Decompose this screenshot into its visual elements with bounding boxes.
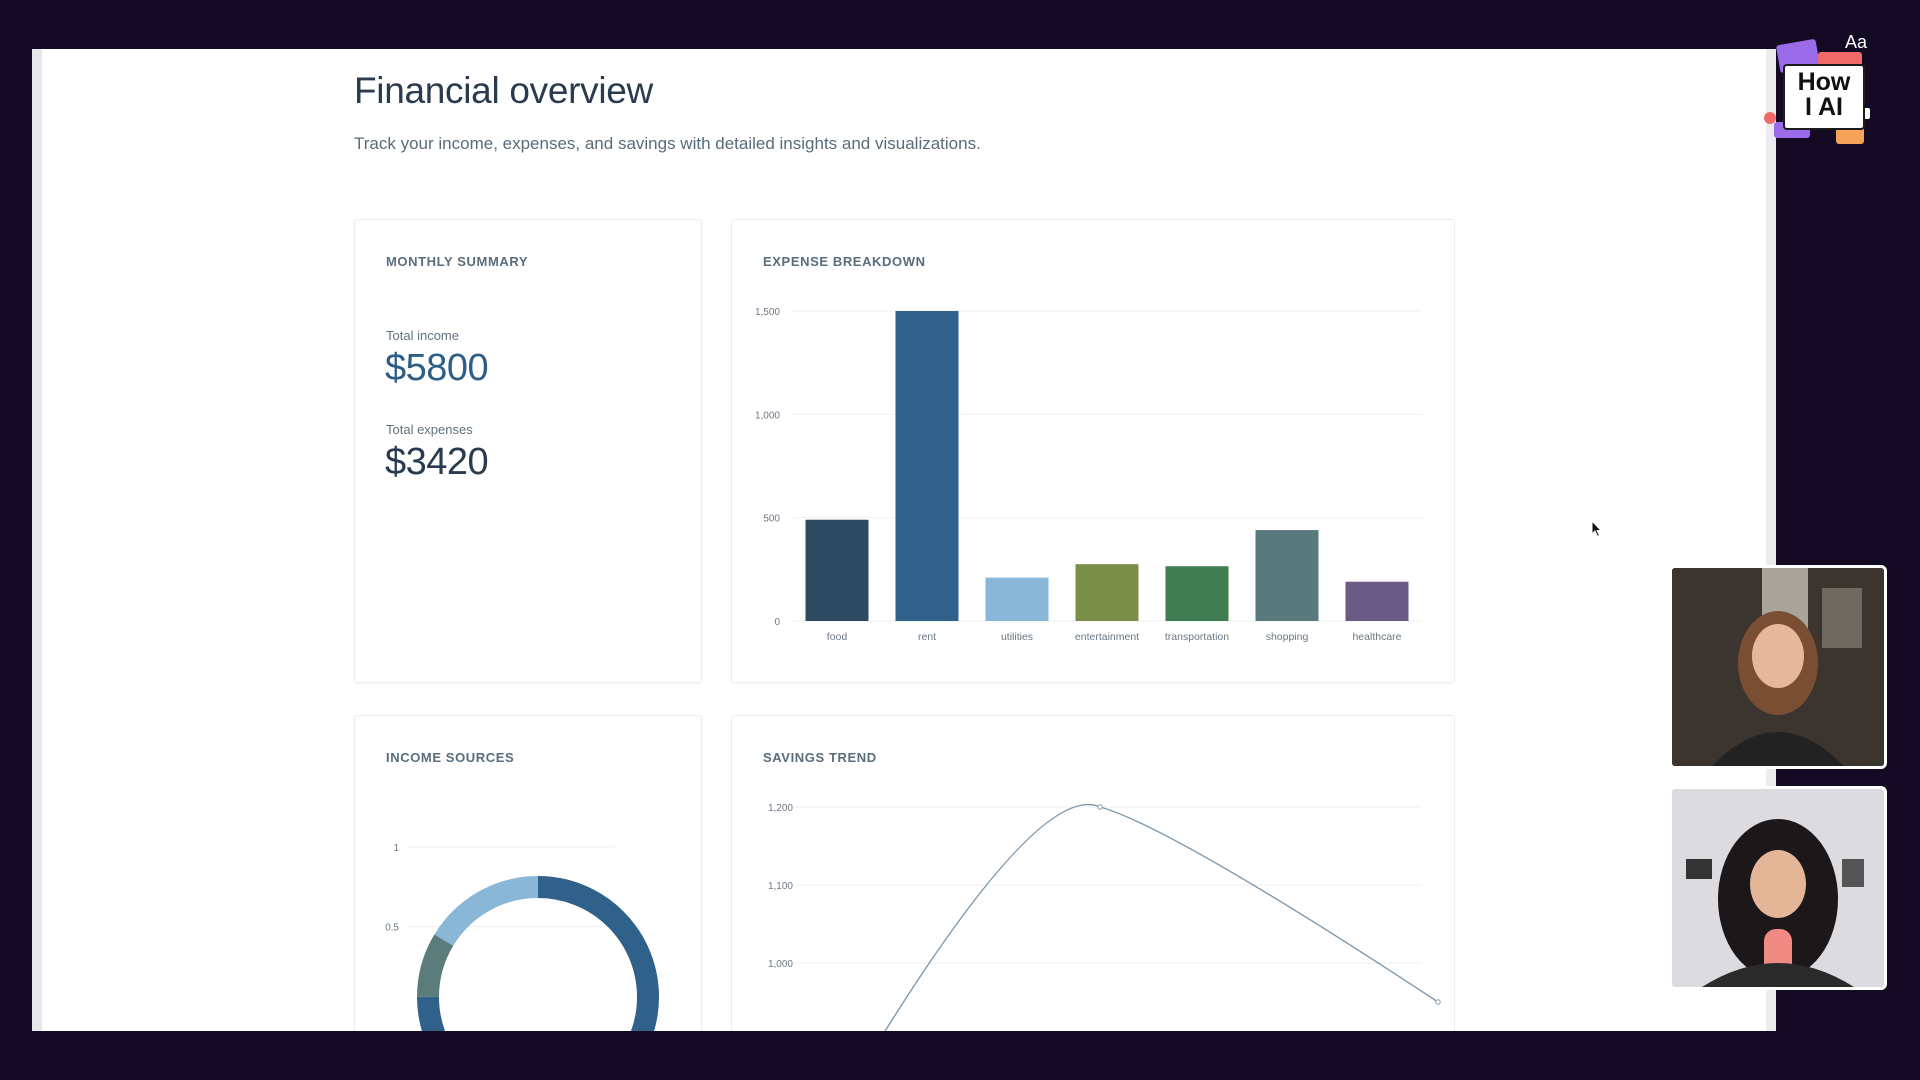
page-subtitle: Track your income, expenses, and savings… <box>354 134 981 153</box>
bar-shopping <box>1255 530 1319 621</box>
y-tick-label: 1,100 <box>768 881 793 892</box>
total-income-label: Total income <box>386 328 459 343</box>
x-tick-label: food <box>827 631 848 643</box>
bar-healthcare <box>1345 581 1409 621</box>
logo-aa: Aa <box>1845 32 1868 52</box>
bar-food <box>805 519 869 621</box>
x-tick-label: healthcare <box>1352 631 1401 643</box>
participant-video-1 <box>1669 565 1887 769</box>
total-expenses-label: Total expenses <box>386 422 473 437</box>
page-title: Financial overview <box>354 70 653 111</box>
card-title: MONTHLY SUMMARY <box>386 254 529 269</box>
mouse-cursor-icon <box>1591 519 1603 543</box>
bar-entertainment <box>1075 564 1139 621</box>
savings-trend-card: SAVINGS TREND 1,000 1,100 1,200 <box>731 715 1455 1031</box>
income-donut-chart: 0.51 <box>385 843 659 1031</box>
how-i-ai-logo: How I AI Aa <box>1760 30 1880 154</box>
participant-video-2 <box>1669 786 1887 990</box>
y-tick-label: 0 <box>774 617 780 628</box>
y-tick-label: 1,500 <box>755 307 780 318</box>
logo-line-1: How <box>1797 68 1851 96</box>
y-tick-label: 1 <box>393 843 399 854</box>
x-tick-label: shopping <box>1266 631 1309 643</box>
expense-bar-chart: 0 500 1,000 1,500 food rent utilities entertain… <box>755 307 1422 643</box>
data-point <box>1097 804 1103 810</box>
y-tick-label: 1,000 <box>768 959 793 970</box>
app-window: Financial overview Track your income, ex… <box>32 49 1776 1031</box>
bar-utilities <box>985 577 1049 621</box>
left-edge-bar <box>32 49 42 1031</box>
y-tick-label: 1,200 <box>768 803 793 814</box>
bar-rent <box>895 311 959 621</box>
logo-line-2: I AI <box>1805 93 1843 121</box>
monthly-summary-card: MONTHLY SUMMARY Total income $5800 Total… <box>354 219 702 683</box>
income-sources-card: INCOME SOURCES 0.5 1 <box>354 715 702 1031</box>
logo-box: How I AI <box>1783 64 1865 130</box>
savings-line <box>884 803 1439 1031</box>
x-tick-label: entertainment <box>1075 631 1139 643</box>
x-tick-label: transportation <box>1165 631 1229 643</box>
total-expenses-value: $3420 <box>385 441 489 483</box>
y-tick-label: 500 <box>763 514 780 525</box>
savings-line-chart: 1,000 1,100 1,200 <box>768 803 1441 1031</box>
x-tick-label: utilities <box>1001 631 1033 643</box>
y-tick-label: 1,000 <box>755 410 780 421</box>
total-income-value: $5800 <box>385 347 489 389</box>
y-tick-label: 0.5 <box>385 923 399 934</box>
x-tick-label: rent <box>918 631 936 643</box>
expense-breakdown-card: EXPENSE BREAKDOWN 0 500 1,000 1,500 food rent… <box>731 219 1455 683</box>
bar-transportation <box>1165 566 1229 621</box>
data-point <box>1435 999 1441 1005</box>
